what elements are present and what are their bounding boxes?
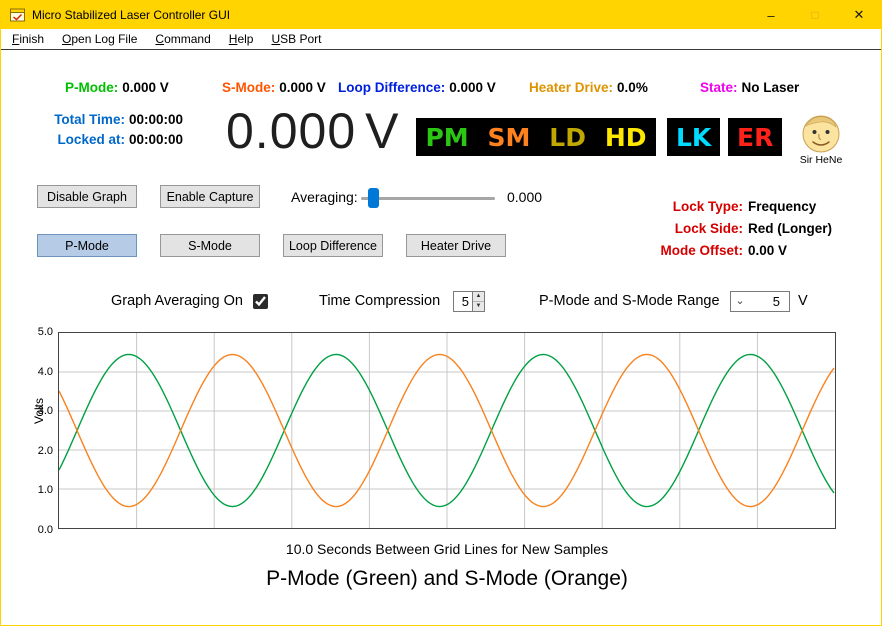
waveform-plot-area: [59, 333, 835, 528]
locked-at-value: 00:00:00: [128, 132, 183, 147]
range-combo[interactable]: ⌄ 5: [730, 291, 790, 312]
pm-indicator: PM: [425, 122, 469, 152]
averaging-slider-track[interactable]: [361, 197, 495, 200]
minimize-button[interactable]: –: [749, 1, 793, 29]
lock-side-label: Lock Side:: [674, 221, 743, 236]
channel-button-heater-drive[interactable]: Heater Drive: [406, 234, 506, 257]
y-tick-label: 3.0: [37, 405, 53, 418]
y-tick-label: 5.0: [37, 326, 53, 338]
graph-title: P-Mode (Green) and S-Mode (Orange): [266, 567, 628, 590]
total-time-value: 00:00:00: [128, 112, 183, 127]
time-block: Total Time: 00:00:00 Locked at: 00:00:00: [33, 110, 183, 150]
time-compression-label: Time Compression: [319, 293, 441, 309]
lock-type-label: Lock Type:: [672, 199, 743, 214]
loop-difference-readout-label: Loop Difference:: [338, 80, 446, 95]
time-compression-spinner[interactable]: 5 ▲ ▼: [453, 291, 485, 312]
y-tick-label: 2.0: [37, 444, 53, 457]
titlebar: Micro Stabilized Laser Controller GUI – …: [1, 1, 881, 29]
smode-readout-label: S-Mode:: [222, 80, 276, 95]
heater-drive-readout-value: 0.0%: [617, 80, 648, 95]
mode-offset-label: Mode Offset:: [660, 243, 744, 258]
range-unit: V: [798, 293, 808, 309]
app-window: Micro Stabilized Laser Controller GUI – …: [0, 0, 882, 626]
channel-button-smode[interactable]: S-Mode: [160, 234, 260, 257]
averaging-slider[interactable]: [361, 187, 495, 209]
total-time-label: Total Time:: [54, 112, 125, 127]
graph-caption: 10.0 Seconds Between Grid Lines for New …: [285, 541, 609, 557]
voltage-display-unit: V: [365, 103, 400, 159]
state-readout: State: No Laser: [700, 80, 799, 95]
mode-offset-value: 0.00 V: [748, 243, 788, 258]
graph-averaging-label: Graph Averaging On: [111, 293, 243, 309]
menu-usb-port[interactable]: USB Port: [262, 30, 330, 48]
maximize-button[interactable]: □: [793, 1, 837, 29]
y-tick-label: 0.0: [37, 523, 53, 536]
heater-drive-readout-label: Heater Drive:: [529, 80, 614, 95]
time-compression-value: 5: [461, 294, 469, 309]
main-content: P-Mode: 0.000 V S-Mode: 0.000 V Loop Diffe…: [1, 50, 881, 625]
locked-at-row: Locked at: 00:00:00: [33, 130, 183, 150]
hd-indicator: HD: [604, 122, 647, 152]
disable-graph-button[interactable]: Disable Graph: [37, 185, 137, 208]
spinner-up-icon[interactable]: ▲: [473, 292, 484, 302]
state-readout-value: No Laser: [741, 80, 800, 95]
menu-finish[interactable]: Finish: [3, 30, 53, 48]
total-time-row: Total Time: 00:00:00: [33, 110, 183, 130]
lock-side-value: Red (Longer): [748, 221, 832, 236]
mode-offset-row: Mode Offset: 0.00 V: [625, 240, 832, 262]
lock-type-value: Frequency: [748, 199, 817, 214]
y-tick-label: 1.0: [37, 484, 53, 497]
pmode-readout-value: 0.000 V: [122, 80, 169, 95]
averaging-value: 0.000: [507, 189, 543, 205]
app-icon: [10, 8, 25, 22]
lk-indicator-box: LK: [667, 118, 721, 156]
lock-side-row: Lock Side: Red (Longer): [625, 218, 832, 240]
menubar: Finish Open Log File Command Help USB Po…: [1, 29, 881, 50]
y-axis-ticks: 5.0 4.0 3.0 2.0 1.0 0.0: [25, 326, 53, 536]
sir-hene-face-icon: [802, 115, 840, 153]
window-title: Micro Stabilized Laser Controller GUI: [32, 8, 231, 22]
mode-indicator-cluster: PM SM LD HD: [416, 118, 656, 156]
state-readout-label: State:: [700, 80, 738, 95]
graph-averaging-checkbox[interactable]: [253, 294, 268, 309]
spinner-down-icon[interactable]: ▼: [473, 302, 484, 311]
smode-readout-value: 0.000 V: [279, 80, 326, 95]
range-label: P-Mode and S-Mode Range: [539, 293, 720, 309]
range-value: 5: [772, 294, 780, 309]
waveform-graph: [58, 332, 836, 529]
lock-type-row: Lock Type: Frequency: [625, 196, 832, 218]
loop-difference-readout: Loop Difference: 0.000 V: [338, 80, 496, 95]
close-button[interactable]: ✕: [837, 1, 881, 29]
channel-button-loop-difference[interactable]: Loop Difference: [283, 234, 383, 257]
voltage-display-value: 0.000: [226, 103, 357, 159]
pmode-readout: P-Mode: 0.000 V: [65, 80, 169, 95]
menu-open-log-file[interactable]: Open Log File: [53, 30, 146, 48]
averaging-slider-thumb[interactable]: [368, 188, 379, 208]
mascot-caption: Sir HeNe: [799, 154, 843, 166]
combo-chevron-down-icon[interactable]: ⌄: [731, 296, 749, 307]
heater-drive-readout: Heater Drive: 0.0%: [529, 80, 648, 95]
enable-capture-button[interactable]: Enable Capture: [160, 185, 260, 208]
spinner-arrows: ▲ ▼: [472, 292, 484, 311]
pmode-readout-label: P-Mode:: [65, 80, 119, 95]
channel-button-pmode[interactable]: P-Mode: [37, 234, 137, 257]
er-indicator-box: ER: [728, 118, 783, 156]
smode-readout: S-Mode: 0.000 V: [222, 80, 326, 95]
ld-indicator: LD: [549, 122, 586, 152]
y-tick-label: 4.0: [37, 365, 53, 378]
lk-indicator: LK: [676, 122, 712, 152]
locked-at-label: Locked at:: [57, 132, 125, 147]
menu-command[interactable]: Command: [146, 30, 219, 48]
menu-help[interactable]: Help: [220, 30, 263, 48]
lock-info: Lock Type: Frequency Lock Side: Red (Lon…: [625, 196, 833, 262]
er-indicator: ER: [737, 122, 774, 152]
loop-difference-readout-value: 0.000 V: [449, 80, 496, 95]
sm-indicator: SM: [487, 122, 531, 152]
voltage-display: 0.000 V: [226, 102, 399, 160]
averaging-label: Averaging:: [291, 189, 358, 205]
